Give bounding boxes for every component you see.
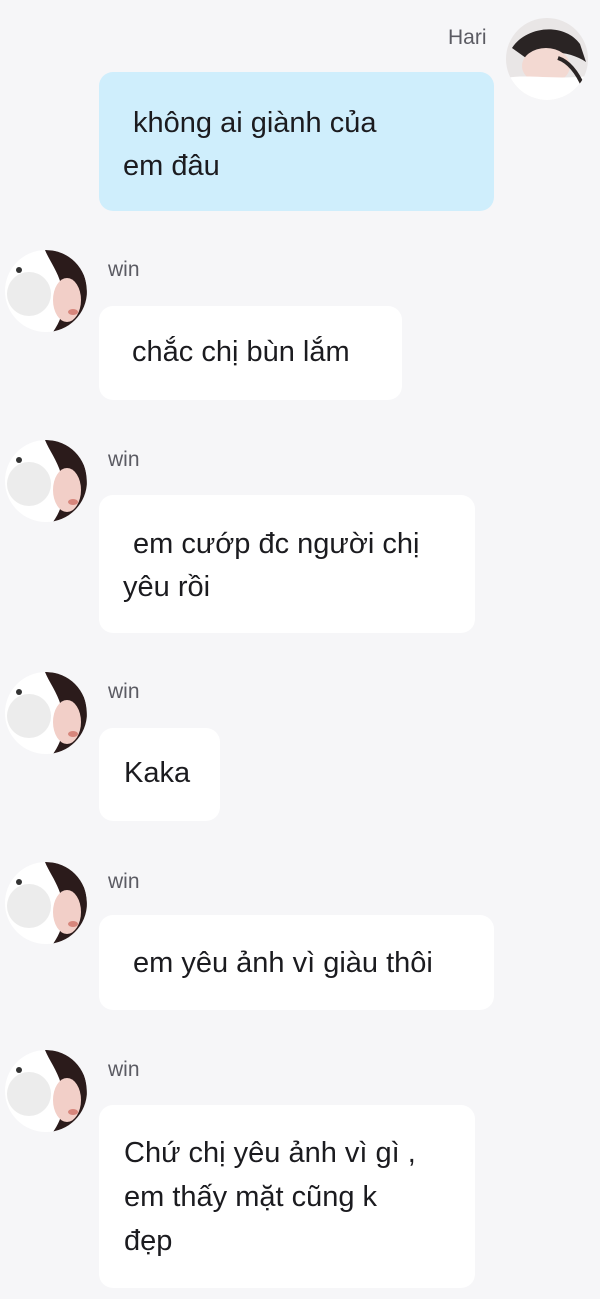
message-text: đẹp bbox=[124, 1225, 173, 1257]
message-text: Kaka bbox=[124, 757, 191, 789]
avatar-hari[interactable] bbox=[506, 18, 588, 100]
avatar-win-image bbox=[5, 440, 87, 522]
message-text: chắc chị bùn lắm bbox=[132, 336, 350, 368]
sender-name: win bbox=[108, 680, 140, 703]
avatar-win[interactable] bbox=[5, 1050, 87, 1132]
avatar-win-image bbox=[5, 672, 87, 754]
sender-name: win bbox=[108, 870, 140, 893]
message-text: em yêu ảnh vì giàu thôi bbox=[133, 947, 433, 979]
message-bubble[interactable]: em yêu ảnh vì giàu thôi bbox=[99, 915, 494, 1010]
message-bubble[interactable]: Kaka bbox=[99, 728, 220, 821]
avatar-hari-image bbox=[506, 18, 588, 100]
message-bubble[interactable]: chắc chị bùn lắm bbox=[99, 306, 402, 400]
avatar-win-image bbox=[5, 862, 87, 944]
avatar-win-image bbox=[5, 250, 87, 332]
avatar-win[interactable] bbox=[5, 250, 87, 332]
message-text: Chứ chị yêu ảnh vì gì , bbox=[124, 1137, 416, 1169]
sender-name: win bbox=[108, 258, 140, 281]
message-text: em cướp đc người chị bbox=[133, 528, 420, 560]
message-bubble[interactable]: em cướp đc người chị yêu rồi bbox=[99, 495, 475, 633]
message-text: không ai giành của bbox=[133, 107, 377, 139]
avatar-win[interactable] bbox=[5, 672, 87, 754]
avatar-win[interactable] bbox=[5, 440, 87, 522]
sender-name: win bbox=[108, 448, 140, 471]
avatar-win-image bbox=[5, 1050, 87, 1132]
sender-name: Hari bbox=[448, 26, 487, 49]
avatar-win[interactable] bbox=[5, 862, 87, 944]
message-text: em đâu bbox=[123, 150, 220, 182]
message-bubble[interactable]: Chứ chị yêu ảnh vì gì , em thấy mặt cũng… bbox=[99, 1105, 475, 1288]
message-text: yêu rồi bbox=[123, 571, 211, 603]
sender-name: win bbox=[108, 1058, 140, 1081]
message-text: em thấy mặt cũng k bbox=[124, 1181, 378, 1213]
message-bubble-own[interactable]: không ai giành của em đâu bbox=[99, 72, 494, 211]
